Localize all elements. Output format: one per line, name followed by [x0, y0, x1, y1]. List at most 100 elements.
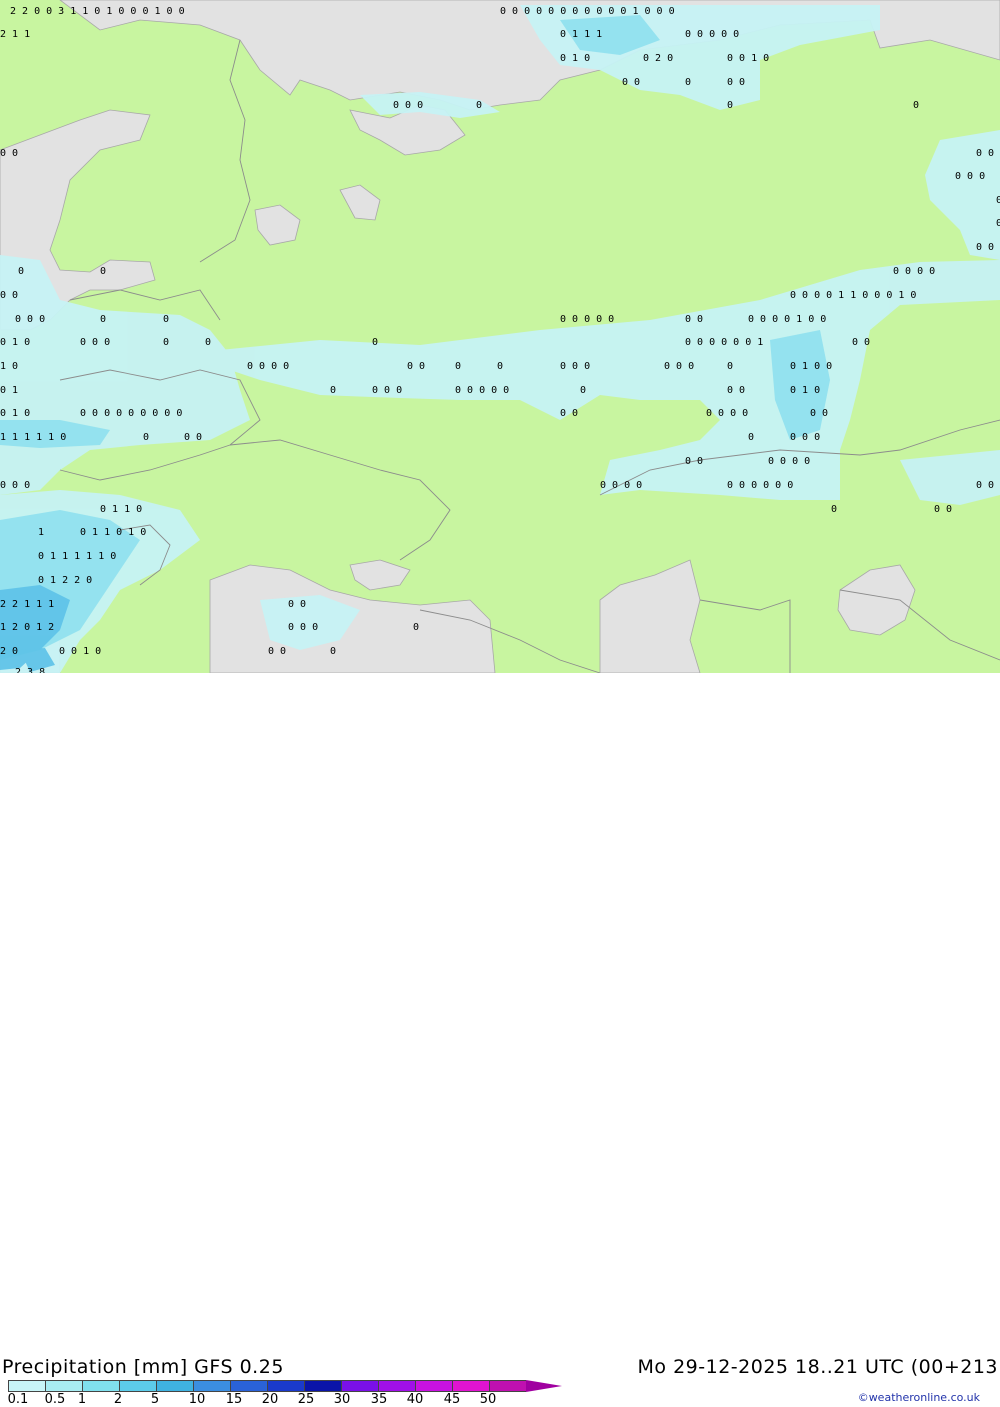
precip-value-label: 0 0 — [184, 432, 202, 443]
legend-swatch — [415, 1380, 452, 1392]
legend-swatch — [156, 1380, 193, 1392]
precip-value-label: 0 0 — [560, 408, 578, 419]
precip-value-label: 0 0 0 — [955, 171, 985, 182]
precip-value-label: 0 0 0 0 — [706, 408, 748, 419]
legend-swatch — [230, 1380, 267, 1392]
precip-value-label: 0 1 1 0 — [100, 504, 142, 515]
precip-value-label: 0 0 — [622, 77, 640, 88]
precip-value-label: 0 — [685, 77, 691, 88]
precip-value-label: 0 0 0 — [664, 361, 694, 372]
precip-value-label: 0 0 — [727, 385, 745, 396]
footer-bar: Precipitation [mm] GFS 0.25 Mo 29-12-202… — [0, 673, 1000, 1407]
precip-value-label: 0 — [455, 361, 461, 372]
precip-value-label: 0 — [497, 361, 503, 372]
precip-value-label: 0 — [163, 337, 169, 348]
precip-value-label: 0 0 0 — [0, 480, 30, 491]
precipitation-map: 2 2 0 0 3 1 1 0 1 0 0 0 1 0 0 0 0 0 0 0 0… — [0, 0, 1000, 673]
precip-value-label: 0 — [727, 361, 733, 372]
precip-value-label: 2 2 0 0 3 1 1 0 1 0 0 0 1 0 0 — [10, 6, 185, 17]
precip-value-label: 0 0 1 0 — [59, 646, 101, 657]
precip-value-label: 0 0 — [685, 456, 703, 467]
precip-value-label: 2 2 1 1 1 — [0, 599, 54, 610]
map-title: Precipitation [mm] GFS 0.25 — [2, 1356, 284, 1378]
precip-value-label: 0 1 0 — [560, 53, 590, 64]
legend-swatch — [82, 1380, 119, 1392]
legend-tick-label: 2 — [113, 1392, 123, 1407]
precip-value-label: 0 1 0 — [0, 408, 30, 419]
precip-value-label: 0 0 0 0 0 — [455, 385, 509, 396]
precip-value-label: 0 0 — [685, 314, 703, 325]
precip-value-label: 0 0 — [934, 504, 952, 515]
legend-tick-label: 35 — [370, 1392, 388, 1407]
legend-tick-label: 0.1 — [7, 1392, 29, 1407]
precip-value-label: 0 0 — [0, 148, 18, 159]
legend-swatch — [45, 1380, 82, 1392]
precip-value-label: 0 0 0 — [560, 361, 590, 372]
legend-tick-label: 15 — [225, 1392, 243, 1407]
precip-value-label: 0 0 — [407, 361, 425, 372]
legend-tick-label: 50 — [479, 1392, 497, 1407]
legend-tick-label: 5 — [150, 1392, 160, 1407]
precip-value-label: 0 0 0 0 1 0 0 — [748, 314, 826, 325]
precip-value-label: 0 0 — [976, 480, 994, 491]
precip-value-label: 1 0 — [0, 361, 18, 372]
legend-overflow-arrow — [526, 1380, 562, 1392]
precip-value-label: 0 — [205, 337, 211, 348]
precip-value-label: 0 0 — [268, 646, 286, 657]
legend-swatch — [452, 1380, 489, 1392]
precip-value-label: 1 1 1 1 1 0 — [0, 432, 66, 443]
precip-value-label: 2 0 — [0, 646, 18, 657]
precip-value-label: 0 — [18, 266, 24, 277]
precip-value-label: 0 0 0 0 0 — [560, 314, 614, 325]
precip-value-label: 0 — [413, 622, 419, 633]
precip-value-label: 0 0 0 0 — [247, 361, 289, 372]
precip-value-label: 0 0 — [0, 290, 18, 301]
precip-value-label: 1 2 0 1 2 — [0, 622, 54, 633]
precip-value-label: 0 — [330, 646, 336, 657]
precip-value-label: 0 — [748, 432, 754, 443]
precip-value-label: 0 0 — [288, 599, 306, 610]
precip-value-label: 0 0 0 0 0 0 0 0 0 0 0 1 0 0 0 — [500, 6, 675, 17]
legend-swatch — [193, 1380, 230, 1392]
precip-value-label: 0 2 0 — [643, 53, 673, 64]
precip-value-label: 0 1 0 0 — [790, 361, 832, 372]
precip-value-label: 0 0 0 — [80, 337, 110, 348]
precip-value-label: 0 1 2 2 0 — [38, 575, 92, 586]
precip-value-label: 0 0 0 0 0 0 1 — [685, 337, 763, 348]
precip-value-label: 0 0 — [976, 242, 994, 253]
precip-value-label: 0 0 0 0 — [893, 266, 935, 277]
precip-value-label: 0 1 1 1 1 1 0 — [38, 551, 116, 562]
precip-value-label: 0 0 — [852, 337, 870, 348]
credit-link[interactable]: ©weatheronline.co.uk — [858, 1391, 980, 1404]
precip-value-label: 0 0 0 0 — [768, 456, 810, 467]
legend-swatch — [489, 1380, 526, 1392]
legend-tick-label: 25 — [297, 1392, 315, 1407]
precip-value-label: 0 — [163, 314, 169, 325]
precip-value-label: 0 — [913, 100, 919, 111]
precip-value-label: 0 0 0 0 0 — [685, 29, 739, 40]
precip-value-label: 0 — [100, 266, 106, 277]
precip-value-label: 0 0 0 — [288, 622, 318, 633]
legend-swatch — [304, 1380, 341, 1392]
precip-value-label: 0 0 0 — [372, 385, 402, 396]
precip-value-label: 0 0 — [976, 148, 994, 159]
precip-value-label: 0 — [143, 432, 149, 443]
precip-value-label: 0 — [330, 385, 336, 396]
precip-value-label: 0 0 — [810, 408, 828, 419]
precip-value-label: 0 — [996, 195, 1000, 206]
precip-value-label: 0 — [476, 100, 482, 111]
legend-swatch — [378, 1380, 415, 1392]
precip-value-label: 0 — [100, 314, 106, 325]
legend-tick-label: 1 — [77, 1392, 87, 1407]
precip-value-label: 0 0 0 0 1 1 0 0 0 1 0 — [790, 290, 916, 301]
precip-value-label: 0 — [580, 385, 586, 396]
legend-tick-label: 45 — [443, 1392, 461, 1407]
legend-tick-label: 0.5 — [44, 1392, 66, 1407]
precip-value-label: 0 1 1 0 1 0 — [80, 527, 146, 538]
legend-tick-label: 30 — [333, 1392, 351, 1407]
legend-swatch — [267, 1380, 304, 1392]
precip-value-label: 0 1 0 — [790, 385, 820, 396]
precip-value-label: 0 — [996, 218, 1000, 229]
precip-value-label: 0 0 0 0 0 0 — [727, 480, 793, 491]
precip-value-label: 0 1 0 — [0, 337, 30, 348]
